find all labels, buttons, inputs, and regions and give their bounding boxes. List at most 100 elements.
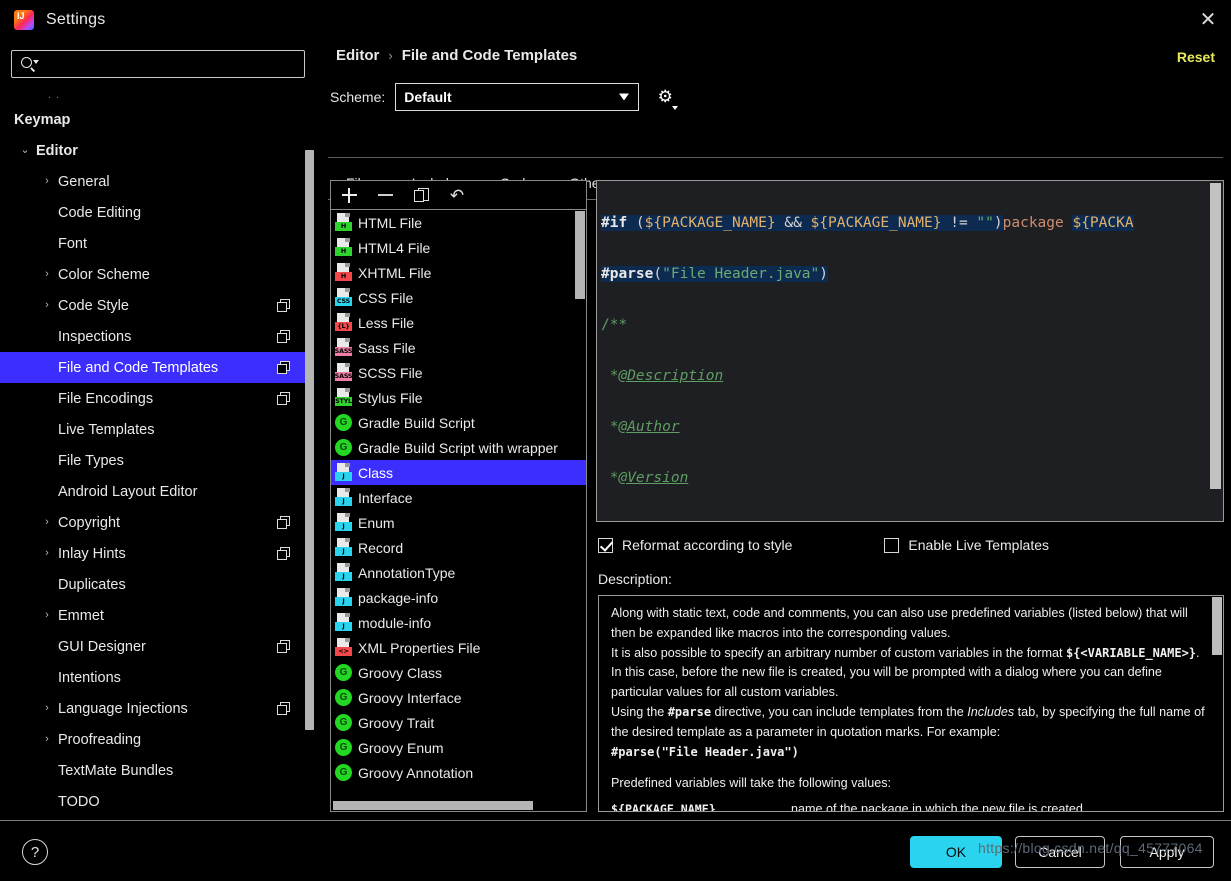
template-code-text[interactable]: #if (${PACKAGE_NAME} && ${PACKAGE_NAME} … — [597, 181, 1223, 521]
sidebar-item-gui-designer[interactable]: GUI Designer — [0, 631, 305, 662]
file-icon: J — [335, 563, 352, 582]
template-list-item[interactable]: G Groovy Interface — [331, 685, 586, 710]
description-vertical-scrollbar[interactable] — [1212, 597, 1222, 655]
template-list-item[interactable]: SASS Sass File — [331, 335, 586, 360]
template-code-editor[interactable]: #if (${PACKAGE_NAME} && ${PACKAGE_NAME} … — [596, 180, 1224, 522]
chevron-right-icon[interactable]: › — [36, 300, 58, 311]
breadcrumb-root[interactable]: Editor — [336, 47, 379, 64]
chevron-right-icon[interactable]: › — [36, 517, 58, 528]
template-list-item-label: Record — [358, 539, 404, 556]
chevron-right-icon[interactable]: › — [36, 734, 58, 745]
template-list-item[interactable]: SASS SCSS File — [331, 360, 586, 385]
template-list-item[interactable]: <> XML Properties File — [331, 635, 586, 660]
description-panel[interactable]: Along with static text, code and comment… — [598, 595, 1224, 812]
file-icon: SASS — [335, 338, 353, 357]
copy-settings-icon[interactable] — [277, 639, 291, 654]
sidebar-item-proofreading[interactable]: › Proofreading — [0, 724, 305, 755]
template-list-item[interactable]: {L} Less File — [331, 310, 586, 335]
sidebar-item-general[interactable]: › General — [0, 166, 305, 197]
sidebar-item-duplicates[interactable]: Duplicates — [0, 569, 305, 600]
copy-settings-icon[interactable] — [277, 546, 291, 561]
template-list-item[interactable]: G Gradle Build Script — [331, 410, 586, 435]
scheme-select[interactable]: Default — [395, 83, 640, 111]
sidebar-item-inlay-hints[interactable]: › Inlay Hints — [0, 538, 305, 569]
undo-icon[interactable]: ↶ — [447, 185, 467, 205]
sidebar-item-file-types[interactable]: File Types — [0, 445, 305, 476]
template-list-item[interactable]: G Groovy Class — [331, 660, 586, 685]
sidebar-scrollbar[interactable] — [305, 150, 314, 730]
sidebar-item-code-style[interactable]: › Code Style — [0, 290, 305, 321]
template-list-item[interactable]: G Groovy Trait — [331, 710, 586, 735]
template-list-item[interactable]: Jmodule-info — [331, 610, 586, 635]
template-list-item-label: module-info — [358, 614, 432, 631]
template-list-item[interactable]: J Interface — [331, 485, 586, 510]
reset-button[interactable]: Reset — [1177, 49, 1215, 65]
chevron-right-icon[interactable]: › — [36, 703, 58, 714]
copy-settings-icon[interactable] — [277, 329, 291, 344]
chevron-right-icon[interactable]: › — [36, 176, 58, 187]
copy-settings-icon[interactable] — [277, 515, 291, 530]
template-list-item[interactable]: G Groovy Annotation — [331, 760, 586, 785]
chevron-right-icon[interactable]: › — [36, 610, 58, 621]
template-list-item-label: AnnotationType — [358, 564, 456, 581]
copy-icon[interactable] — [411, 185, 431, 205]
template-list-item[interactable]: H HTML File — [331, 210, 586, 235]
template-list-item[interactable]: G Groovy Enum — [331, 735, 586, 760]
template-list-item-label: HTML4 File — [358, 239, 431, 256]
sidebar-item-intentions[interactable]: Intentions — [0, 662, 305, 693]
templates-horizontal-scrollbar[interactable] — [333, 801, 533, 810]
template-list-item-label: Groovy Trait — [358, 714, 435, 731]
enable-live-templates-checkbox[interactable]: Enable Live Templates — [884, 537, 1049, 553]
close-icon[interactable]: ✕ — [1185, 0, 1231, 40]
chevron-down-icon[interactable]: ⌄ — [14, 145, 36, 156]
search-input[interactable] — [42, 56, 304, 72]
gear-icon[interactable]: ⚙ — [655, 87, 679, 110]
description-para-2a: It is also possible to specify an arbitr… — [611, 645, 1066, 660]
copy-settings-icon[interactable] — [277, 701, 291, 716]
sidebar-item-editor[interactable]: ⌄ Editor — [0, 135, 305, 166]
template-list-item[interactable]: STYL Stylus File — [331, 385, 586, 410]
editor-vertical-scrollbar[interactable] — [1210, 183, 1221, 489]
sidebar-item-color-scheme[interactable]: › Color Scheme — [0, 259, 305, 290]
sidebar-item-font[interactable]: Font — [0, 228, 305, 259]
sidebar-item-textmate-bundles[interactable]: TextMate Bundles — [0, 755, 305, 786]
sidebar-item-inspections[interactable]: Inspections — [0, 321, 305, 352]
copy-settings-icon[interactable] — [277, 298, 291, 313]
sidebar-item-live-templates[interactable]: Live Templates — [0, 414, 305, 445]
template-list-item[interactable]: J Class — [331, 460, 586, 485]
template-list-item[interactable]: Jpackage-info — [331, 585, 586, 610]
template-list-item[interactable]: CSS CSS File — [331, 285, 586, 310]
template-list-item[interactable]: J Enum — [331, 510, 586, 535]
sidebar-item-android-layout-editor[interactable]: Android Layout Editor — [0, 476, 305, 507]
settings-content: Editor › File and Code Templates Reset S… — [320, 40, 1231, 815]
sidebar-item-todo[interactable]: TODO — [0, 786, 305, 815]
sidebar-item-code-editing[interactable]: Code Editing — [0, 197, 305, 228]
chevron-right-icon[interactable]: › — [36, 548, 58, 559]
sidebar-item-label: Emmet — [58, 607, 104, 624]
template-list-item[interactable]: J AnnotationType — [331, 560, 586, 585]
template-list-item[interactable]: G Gradle Build Script with wrapper — [331, 435, 586, 460]
file-icon: STYL — [335, 388, 352, 407]
template-list-item[interactable]: J Record — [331, 535, 586, 560]
sidebar-item-keymap[interactable]: Keymap — [0, 104, 305, 135]
minus-icon[interactable] — [375, 185, 395, 205]
sidebar-item-emmet[interactable]: › Emmet — [0, 600, 305, 631]
templates-vertical-scrollbar[interactable] — [575, 211, 585, 299]
search-box[interactable] — [11, 50, 305, 78]
file-icon: H — [335, 213, 352, 232]
help-icon[interactable]: ? — [22, 839, 48, 865]
plus-icon[interactable] — [339, 185, 359, 205]
sidebar-item-label: Editor — [36, 142, 78, 159]
chevron-right-icon[interactable]: › — [36, 269, 58, 280]
sidebar-item-file-and-code-templates[interactable]: File and Code Templates — [0, 352, 305, 383]
copy-settings-icon[interactable] — [277, 360, 291, 375]
sidebar-item-copyright[interactable]: › Copyright — [0, 507, 305, 538]
template-list-item[interactable]: H HTML4 File — [331, 235, 586, 260]
template-list-item-label: SCSS File — [358, 364, 423, 381]
reformat-checkbox[interactable]: Reformat according to style — [598, 537, 792, 553]
copy-settings-icon[interactable] — [277, 391, 291, 406]
template-list-item[interactable]: H XHTML File — [331, 260, 586, 285]
sidebar-item-language-injections[interactable]: › Language Injections — [0, 693, 305, 724]
scheme-select-value: Default — [404, 89, 452, 105]
sidebar-item-file-encodings[interactable]: File Encodings — [0, 383, 305, 414]
